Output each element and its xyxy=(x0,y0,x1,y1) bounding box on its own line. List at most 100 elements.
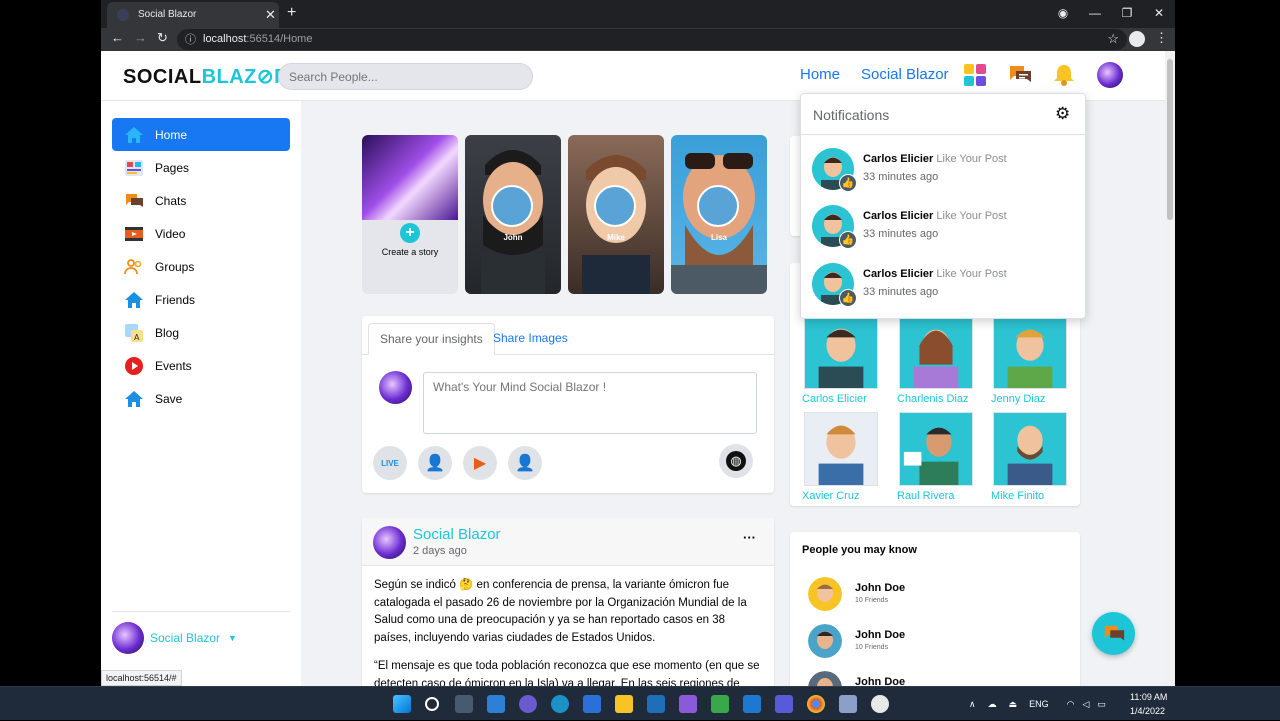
create-story-card[interactable]: + Create a story xyxy=(362,135,458,294)
nav-home-link[interactable]: Home xyxy=(800,66,840,83)
sidebar-divider xyxy=(112,611,290,612)
gear-icon[interactable]: ⚙ xyxy=(1055,104,1070,124)
pymk-name[interactable]: John Doe xyxy=(855,676,905,686)
vscode-icon[interactable] xyxy=(647,695,665,713)
tab-share-images[interactable]: Share Images xyxy=(482,323,579,355)
apps-grid-icon[interactable] xyxy=(962,62,988,88)
post-author[interactable]: Social Blazor xyxy=(413,526,501,543)
start-icon[interactable] xyxy=(393,695,411,713)
menu-kebab-icon[interactable]: ⋮ xyxy=(1155,30,1168,46)
task-view-icon[interactable] xyxy=(455,695,473,713)
post-text-input[interactable] xyxy=(423,372,757,434)
minimize-icon[interactable]: — xyxy=(1079,0,1111,28)
friend-tile[interactable]: Mike Finito xyxy=(991,412,1071,507)
privacy-button[interactable]: ◍ xyxy=(719,444,753,478)
pymk-name[interactable]: John Doe xyxy=(855,629,905,641)
reload-icon[interactable]: ↻ xyxy=(157,30,168,46)
story-card-john[interactable]: John xyxy=(465,135,561,294)
sidebar-item-blog[interactable]: A Blog xyxy=(112,316,290,349)
visual-studio-icon[interactable] xyxy=(679,695,697,713)
bell-icon[interactable] xyxy=(1051,62,1077,88)
language-indicator[interactable]: ENG xyxy=(1029,699,1049,709)
page: SOCIALBLAZ⊘R Home Social Blazor Home xyxy=(101,51,1175,686)
caret-down-icon[interactable]: ▼ xyxy=(228,633,237,643)
friend-tile[interactable]: Jenny Diaz xyxy=(991,315,1071,410)
nav-social-blazor-link[interactable]: Social Blazor xyxy=(861,66,949,83)
app-icon[interactable] xyxy=(839,695,857,713)
pymk-name[interactable]: John Doe xyxy=(855,582,905,594)
friend-name[interactable]: Carlos Elicier xyxy=(802,393,902,405)
sidebar-item-save[interactable]: Save xyxy=(112,382,290,415)
messages-icon[interactable] xyxy=(1007,62,1033,88)
profile-icon[interactable] xyxy=(1129,31,1145,47)
chat-fab-button[interactable] xyxy=(1092,612,1135,655)
browser-tab[interactable]: Social Blazor ✕ xyxy=(107,2,279,28)
usb-icon[interactable]: ⏏ xyxy=(1009,699,1018,710)
cloud-icon[interactable]: ☁ xyxy=(988,699,997,710)
sidebar-item-video[interactable]: Video xyxy=(112,217,290,250)
forward-icon[interactable]: → xyxy=(134,30,147,45)
sidebar-item-home[interactable]: Home xyxy=(112,118,290,151)
tag-person-button[interactable]: 👤 xyxy=(418,446,452,480)
new-tab-icon[interactable]: + xyxy=(287,4,296,22)
story-card-lisa[interactable]: Lisa xyxy=(671,135,767,294)
restore-icon[interactable]: ❐ xyxy=(1111,0,1143,28)
pymk-friends-count: 10 Friends xyxy=(855,644,889,651)
url-field[interactable]: ⓘ localhost:56514/Home ☆ xyxy=(177,29,1127,50)
friend-tile[interactable]: Carlos Elicier xyxy=(802,315,882,410)
sidebar-item-friends[interactable]: Friends xyxy=(112,283,290,316)
notification-item[interactable]: 👍 Carlos Elicier Like Your Post 33 minut… xyxy=(812,261,1082,307)
sidebar-item-chats[interactable]: Chats xyxy=(112,184,290,217)
sidebar-item-groups[interactable]: Groups xyxy=(112,250,290,283)
battery-icon[interactable]: ▭ xyxy=(1097,699,1106,710)
app-icon[interactable] xyxy=(711,695,729,713)
outlook-icon[interactable] xyxy=(743,695,761,713)
friend-tile[interactable]: Raul Rivera xyxy=(897,412,977,507)
video-upload-button[interactable]: ▶ xyxy=(463,446,497,480)
widgets-icon[interactable] xyxy=(487,695,505,713)
friend-tile[interactable]: Xavier Cruz xyxy=(802,412,882,507)
live-stream-button[interactable]: LIVE xyxy=(373,446,407,480)
file-explorer-icon[interactable] xyxy=(615,695,633,713)
bookmark-star-icon[interactable]: ☆ xyxy=(1107,31,1119,47)
chrome-icon[interactable] xyxy=(807,695,825,713)
friend-name[interactable]: Mike Finito xyxy=(991,490,1091,502)
chats-icon xyxy=(123,190,145,212)
user-avatar-icon[interactable] xyxy=(1097,62,1123,88)
more-options-icon[interactable]: ··· xyxy=(743,530,756,545)
friend-tile[interactable]: Charlenis Diaz xyxy=(897,315,977,410)
chat-app-icon[interactable] xyxy=(519,695,537,713)
plus-icon[interactable]: + xyxy=(400,223,420,243)
wifi-icon[interactable]: ◠ xyxy=(1067,699,1075,710)
info-icon[interactable]: ⓘ xyxy=(185,31,196,47)
friend-photo xyxy=(899,412,973,486)
tab-share-insights[interactable]: Share your insights xyxy=(368,323,495,355)
volume-icon[interactable]: ◁ xyxy=(1082,699,1089,710)
globe-icon: ◍ xyxy=(726,451,746,471)
sidebar-item-pages[interactable]: Pages xyxy=(112,151,290,184)
scrollbar-thumb[interactable] xyxy=(1167,59,1173,220)
close-window-icon[interactable]: ✕ xyxy=(1143,0,1175,28)
chevron-up-icon[interactable]: ∧ xyxy=(969,699,976,710)
teams-icon[interactable] xyxy=(775,695,793,713)
back-icon[interactable]: ← xyxy=(111,30,124,45)
sidebar-item-events[interactable]: Events xyxy=(112,349,290,382)
edge-icon[interactable] xyxy=(551,695,569,713)
search-icon[interactable] xyxy=(425,697,439,711)
obs-icon[interactable] xyxy=(871,695,889,713)
friend-name[interactable]: Jenny Diaz xyxy=(991,393,1091,405)
friend-name[interactable]: Charlenis Diaz xyxy=(897,393,997,405)
sidebar-user[interactable]: Social Blazor ▼ xyxy=(112,621,237,655)
media-icon[interactable]: ◉ xyxy=(1047,0,1079,28)
notification-item[interactable]: 👍 Carlos Elicier Like Your Post 33 minut… xyxy=(812,203,1082,249)
friend-name[interactable]: Raul Rivera xyxy=(897,490,997,502)
friend-name[interactable]: Xavier Cruz xyxy=(802,490,902,502)
story-card-mike[interactable]: Mike xyxy=(568,135,664,294)
close-tab-icon[interactable]: ✕ xyxy=(265,7,276,23)
store-icon[interactable] xyxy=(583,695,601,713)
feeling-button[interactable]: 👤 xyxy=(508,446,542,480)
logo[interactable]: SOCIALBLAZ⊘R xyxy=(123,64,289,89)
clock[interactable]: 11:09 AM 1/4/2022 xyxy=(1130,690,1167,718)
search-people-input[interactable] xyxy=(278,63,533,90)
notification-item[interactable]: 👍 Carlos Elicier Like Your Post 33 minut… xyxy=(812,146,1082,192)
